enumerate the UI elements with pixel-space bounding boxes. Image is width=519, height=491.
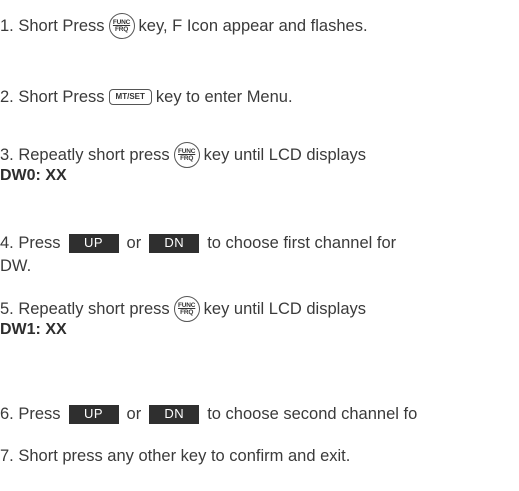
lcd-display-dw1: DW1: XX	[0, 321, 67, 338]
dn-key-icon: DN	[149, 404, 200, 424]
step-6-text-before: 6. Press	[0, 405, 61, 423]
step-4-text-or: or	[126, 234, 142, 252]
step-6-text-after: to choose second channel fo	[207, 405, 418, 423]
up-key-icon: UP	[68, 404, 119, 424]
func-frq-key-icon: FUNC FRQ	[108, 13, 135, 39]
step-6-text-or: or	[126, 405, 142, 423]
step-2-text-before: 2. Short Press	[0, 88, 105, 106]
step-5-text-after: key until LCD displays	[203, 300, 366, 318]
func-frq-key-icon: FUNC FRQ	[173, 296, 200, 322]
step-5: 5. Repeatly short press FUNC FRQ key unt…	[0, 296, 366, 322]
step-4-text-after: to choose first channel for	[207, 234, 397, 252]
step-7: 7. Short press any other key to confirm …	[0, 447, 351, 465]
step-3-text-before: 3. Repeatly short press	[0, 146, 170, 164]
func-frq-key-icon: FUNC FRQ	[173, 142, 200, 168]
up-key-icon: UP	[68, 233, 119, 253]
mt-set-key-icon: MT/SET	[108, 89, 152, 105]
step-1: 1. Short Press FUNC FRQ key, F Icon appe…	[0, 13, 368, 39]
step-5-text-before: 5. Repeatly short press	[0, 300, 170, 318]
step-3-text-after: key until LCD displays	[203, 146, 366, 164]
step-1-text-before: 1. Short Press	[0, 17, 105, 35]
step-4-text-before: 4. Press	[0, 234, 61, 252]
step-2-text-after: key to enter Menu.	[155, 88, 293, 106]
step-2: 2. Short Press MT/SET key to enter Menu.	[0, 87, 293, 107]
step-3: 3. Repeatly short press FUNC FRQ key unt…	[0, 142, 366, 168]
step-4-continuation: DW.	[0, 257, 32, 275]
step-4: 4. Press UP or DN to choose first channe…	[0, 233, 396, 253]
step-6: 6. Press UP or DN to choose second chann…	[0, 404, 417, 424]
dn-key-icon: DN	[149, 233, 200, 253]
lcd-display-dw0: DW0: XX	[0, 167, 67, 184]
step-1-text-after: key, F Icon appear and flashes.	[138, 17, 368, 35]
